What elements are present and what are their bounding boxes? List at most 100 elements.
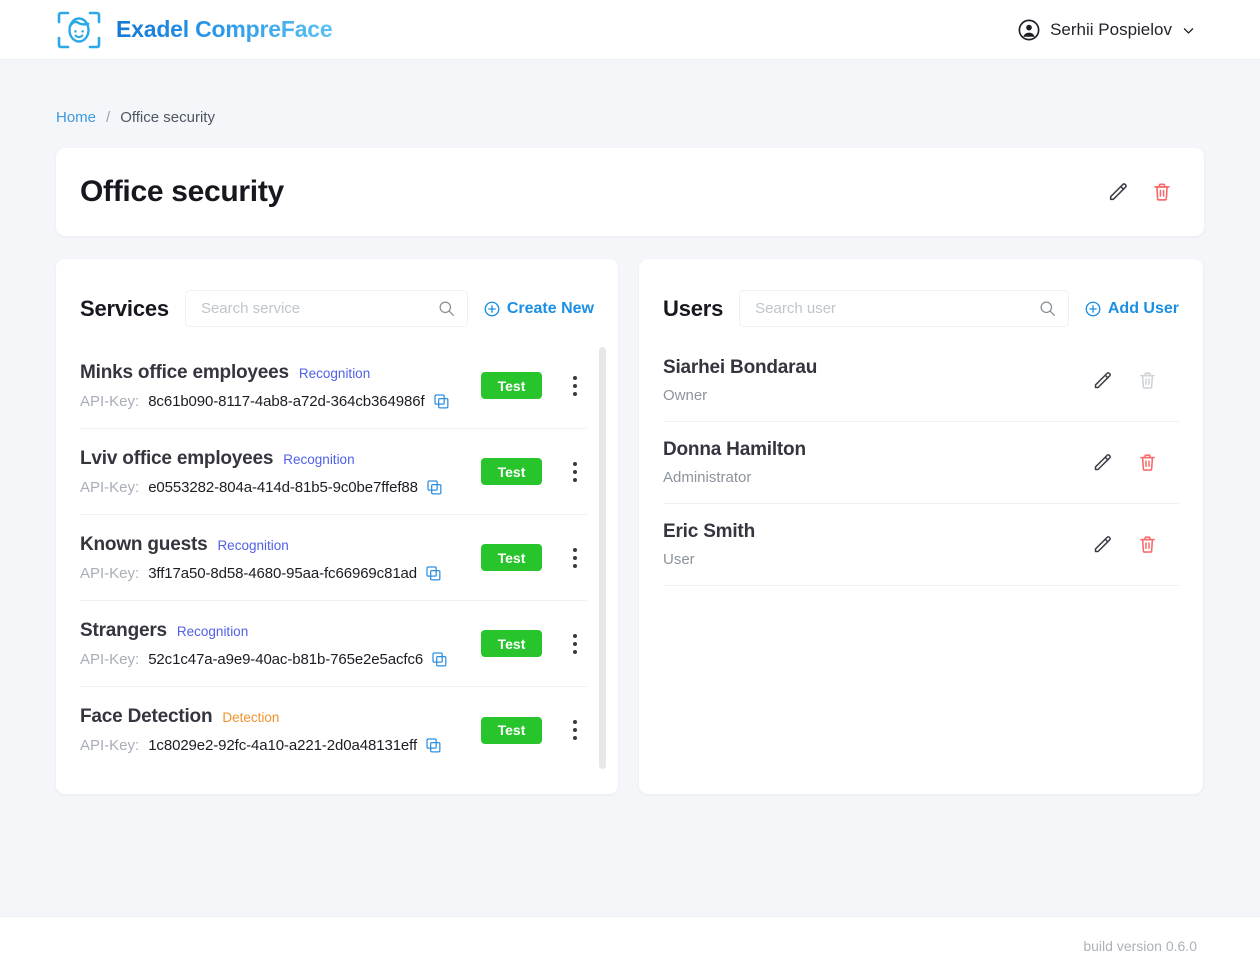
service-info: Minks office employees Recognition API-K… <box>80 362 481 410</box>
service-name: Minks office employees <box>80 361 289 383</box>
copy-apikey-button[interactable] <box>426 565 441 581</box>
search-service-input[interactable] <box>198 299 438 318</box>
user-row[interactable]: Siarhei Bondarau Owner <box>663 340 1179 422</box>
app-header: Exadel CompreFace Serhii Pospielov <box>0 0 1260 60</box>
service-list-scrollbar[interactable] <box>599 347 606 777</box>
service-info: Lviv office employees Recognition API-Ke… <box>80 448 481 496</box>
panels-row: Services Search service Create New Minks… <box>56 259 1204 794</box>
edit-user-button[interactable] <box>1092 534 1113 555</box>
users-panel-header: Users Search user Add User <box>639 259 1203 327</box>
test-service-button[interactable]: Test <box>481 716 542 744</box>
copy-icon <box>432 651 447 667</box>
service-row[interactable]: Strangers Recognition API-Key: 52c1c47a-… <box>80 601 587 687</box>
more-vertical-icon[interactable] <box>568 633 582 654</box>
service-search-box[interactable] <box>184 290 468 327</box>
service-name-line: Strangers Recognition <box>80 620 481 642</box>
service-apikey-line: API-Key: 8c61b090-8117-4ab8-a72d-364cb36… <box>80 393 481 410</box>
apikey-value: e0553282-804a-414d-81b5-9c0be7ffef88 <box>148 478 418 496</box>
test-service-button[interactable]: Test <box>481 630 542 657</box>
service-name: Known guests <box>80 533 208 555</box>
apikey-value: 3ff17a50-8d58-4680-95aa-fc66969c81ad <box>148 564 418 582</box>
add-user-button[interactable]: Add User <box>1085 300 1179 318</box>
build-version: build version 0.6.0 <box>1083 938 1197 954</box>
edit-user-button[interactable] <box>1092 370 1113 391</box>
search-icon[interactable] <box>1039 300 1056 317</box>
copy-apikey-button[interactable] <box>426 738 441 753</box>
more-vertical-icon[interactable] <box>568 720 582 740</box>
create-new-service-label: Create New <box>506 299 594 317</box>
breadcrumb: Home / Office security <box>0 60 1260 126</box>
service-apikey-line: API-Key: 52c1c47a-a9e9-40ac-b81b-765e2e5… <box>80 651 481 668</box>
user-info: Donna Hamilton Administrator <box>663 439 1092 486</box>
copy-apikey-button[interactable] <box>427 479 442 495</box>
user-row[interactable]: Eric Smith User <box>663 504 1179 586</box>
copy-icon <box>427 479 442 495</box>
apikey-label: API-Key: <box>80 737 140 754</box>
service-row[interactable]: Minks office employees Recognition API-K… <box>80 343 587 429</box>
service-name-line: Face Detection Detection <box>80 706 481 728</box>
main-content: Office security Services Search service … <box>0 126 1260 794</box>
user-actions <box>1092 534 1179 555</box>
delete-application-button[interactable] <box>1151 181 1173 203</box>
user-name: Eric Smith <box>663 521 755 542</box>
plus-circle-icon <box>1085 301 1101 317</box>
service-row[interactable]: Lviv office employees Recognition API-Ke… <box>80 429 587 515</box>
user-role: Owner <box>663 387 708 404</box>
search-icon[interactable] <box>438 300 455 317</box>
account-circle-icon <box>1018 19 1040 41</box>
trash-icon <box>1137 370 1158 391</box>
chevron-down-icon[interactable] <box>1182 24 1194 36</box>
service-name-line: Lviv office employees Recognition <box>80 448 481 470</box>
service-list-scrollbar-thumb[interactable] <box>599 347 606 769</box>
services-panel-header: Services Search service Create New <box>56 259 618 327</box>
brand: Exadel CompreFace <box>56 10 333 50</box>
user-role: Administrator <box>663 469 752 486</box>
trash-icon <box>1151 181 1173 203</box>
breadcrumb-separator: / <box>106 109 111 126</box>
user-menu[interactable]: Serhii Pospielov <box>1018 19 1194 41</box>
test-service-button[interactable]: Test <box>481 458 542 485</box>
services-panel: Services Search service Create New Minks… <box>56 259 618 794</box>
application-title-card: Office security <box>56 148 1204 236</box>
user-row[interactable]: Donna Hamilton Administrator <box>663 422 1179 504</box>
user-list: Siarhei Bondarau Owner Donna Hamilton Ad… <box>639 327 1203 586</box>
delete-user-button[interactable] <box>1137 452 1158 473</box>
service-name-line: Minks office employees Recognition <box>80 362 481 384</box>
more-vertical-icon[interactable] <box>568 375 582 396</box>
trash-icon <box>1137 452 1158 473</box>
more-vertical-icon[interactable] <box>568 547 582 568</box>
service-row[interactable]: Face Detection Detection API-Key: 1c8029… <box>80 687 587 773</box>
edit-user-button[interactable] <box>1092 452 1113 473</box>
users-panel: Users Search user Add User Siarhei Bonda… <box>639 259 1203 794</box>
service-apikey-line: API-Key: e0553282-804a-414d-81b5-9c0be7f… <box>80 479 481 496</box>
user-role: User <box>663 551 695 568</box>
service-row[interactable]: Known guests Recognition API-Key: 3ff17a… <box>80 515 587 601</box>
pencil-icon <box>1092 534 1113 555</box>
create-new-service-button[interactable]: Create New <box>484 300 594 318</box>
copy-icon <box>433 393 449 409</box>
service-name-line: Known guests Recognition <box>80 534 481 556</box>
test-service-button[interactable]: Test <box>481 372 542 399</box>
copy-apikey-button[interactable] <box>433 393 449 409</box>
service-info: Known guests Recognition API-Key: 3ff17a… <box>80 534 481 582</box>
title-actions <box>1107 181 1173 203</box>
users-title: Users <box>663 295 724 321</box>
user-info: Siarhei Bondarau Owner <box>663 357 1092 404</box>
user-actions <box>1092 452 1179 473</box>
user-search-box[interactable] <box>739 290 1069 327</box>
more-vertical-icon[interactable] <box>568 461 582 482</box>
search-user-input[interactable] <box>753 299 1039 318</box>
delete-user-button[interactable] <box>1137 534 1158 555</box>
delete-user-button <box>1137 370 1158 391</box>
service-info: Face Detection Detection API-Key: 1c8029… <box>80 706 481 754</box>
breadcrumb-home-link[interactable]: Home <box>56 109 96 126</box>
user-name: Serhii Pospielov <box>1050 19 1172 39</box>
copy-apikey-button[interactable] <box>432 651 447 667</box>
page-title: Office security <box>80 175 284 208</box>
test-service-button[interactable]: Test <box>481 544 542 571</box>
edit-application-button[interactable] <box>1107 181 1129 203</box>
apikey-value: 1c8029e2-92fc-4a10-a221-2d0a48131eff <box>148 737 418 754</box>
add-user-label: Add User <box>1107 299 1179 317</box>
brand-name: Exadel CompreFace <box>116 16 333 42</box>
service-list: Minks office employees Recognition API-K… <box>56 343 618 780</box>
